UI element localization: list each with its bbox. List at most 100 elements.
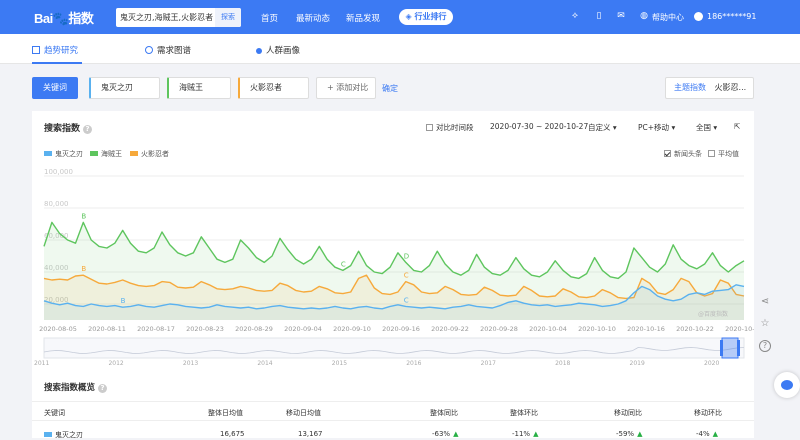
row-overall-avg: 16,675 (220, 430, 245, 438)
legend-item-3[interactable]: 火影忍者 (130, 149, 169, 159)
keyword-chip-3[interactable]: 火影忍者 (238, 77, 309, 99)
point-label: D (404, 252, 409, 260)
search-box[interactable]: 鬼灭之刃,海贼王,火影忍者 探索 (116, 8, 241, 27)
mobile-icon[interactable]: ▯ (594, 11, 604, 21)
tab-demand-map[interactable]: 需求图谱 (145, 44, 191, 56)
overview-handle-left (720, 340, 723, 356)
search-index-title: 搜索指数? (44, 121, 93, 134)
year-label: 2013 (183, 360, 198, 367)
arrow-up-icon: ▲ (712, 430, 719, 438)
y-tick-label: 100,000 (44, 168, 73, 176)
checkbox-icon (426, 124, 433, 131)
year-label: 2020 (704, 360, 719, 367)
chevron-down-icon: ▾ (713, 123, 718, 132)
search-input[interactable]: 鬼灭之刃,海贼王,火影忍者 (120, 12, 213, 23)
legend-item-2[interactable]: 海贼王 (90, 149, 122, 159)
top-bar: Bai🐾指数 鬼灭之刃,海贼王,火影忍者 探索 首页 最新动态 新品发现 ◈ 行… (0, 0, 800, 34)
custom-range-select[interactable]: 自定义 ▾ (588, 122, 617, 133)
year-label: 2019 (630, 360, 645, 367)
point-label: B (81, 265, 86, 273)
topic-index-value: 火影忍... (714, 83, 747, 92)
col-overall-mom: 整体环比 (510, 409, 538, 417)
x-tick-label: 2020-08-23 (186, 325, 224, 333)
year-label: 2017 (481, 360, 496, 367)
legend-item-1[interactable]: 鬼灭之刃 (44, 149, 83, 159)
device-select[interactable]: PC+移动 ▾ (638, 122, 675, 133)
search-index-chart[interactable]: 20,00040,00060,00080,000100,000BCDBCBC@百… (32, 166, 754, 378)
topic-index-select[interactable]: 主题指数 火影忍... (665, 77, 754, 99)
search-index-card: 搜索指数? 对比时间段 2020-07-30 ~ 2020-10-27 自定义 … (32, 111, 754, 439)
nav-latest[interactable]: 最新动态 (296, 12, 330, 24)
compare-period-checkbox[interactable]: 对比时间段 (426, 122, 474, 133)
row-mobile-yoy: -59% ▲ (616, 430, 643, 438)
help-icon[interactable]: ? (759, 340, 771, 352)
row-overall-yoy: -63% ▲ (432, 430, 459, 438)
row-mobile-mom: -4% ▲ (696, 430, 719, 438)
overview-selection (721, 337, 739, 359)
average-checkbox[interactable]: 平均值 (708, 149, 739, 159)
chevron-down-icon: ▾ (612, 123, 617, 132)
x-tick-label: 2020-09-16 (382, 325, 420, 333)
year-label: 2014 (257, 360, 272, 367)
row-keyword: 鬼灭之刃 (44, 430, 83, 440)
year-label: 2016 (406, 360, 421, 367)
help-icon[interactable]: ◍ (639, 11, 649, 21)
question-icon[interactable]: ? (98, 384, 108, 393)
help-center-link[interactable]: 帮助中心 (652, 12, 684, 23)
x-tick-label: 2020-09-04 (284, 325, 322, 333)
col-mobile-yoy: 移动同比 (614, 409, 642, 417)
baidu-index-logo[interactable]: Bai🐾指数 (34, 8, 94, 28)
keyword-chip-2[interactable]: 海贼王 (167, 77, 231, 99)
overview-track (43, 337, 745, 359)
brand-icon[interactable]: ⟡ (570, 11, 580, 21)
x-tick-label: 2020-08-05 (39, 325, 77, 333)
tab-crowd-profile[interactable]: 人群画像 (256, 44, 300, 56)
point-label: C (404, 272, 409, 280)
table-row[interactable]: 鬼灭之刃 16,675 13,167 -63% ▲ -11% ▲ -59% ▲ -4%… (32, 425, 754, 439)
wechat-icon[interactable]: ✉ (616, 11, 626, 21)
x-tick-label: 2020-08-11 (88, 325, 126, 333)
y-tick-label: 80,000 (44, 200, 69, 208)
arrow-up-icon: ▲ (637, 430, 643, 438)
col-mobile-avg: 移动日均值 (286, 409, 321, 417)
news-headline-checkbox[interactable]: 新闻头条 (664, 149, 702, 159)
overview-handle-right (737, 340, 740, 356)
x-tick-label: 2020-09-22 (431, 325, 469, 333)
chat-bubble-icon[interactable] (774, 372, 800, 398)
industry-ranking-button[interactable]: ◈ 行业排行 (399, 9, 453, 25)
legend-swatch (130, 151, 138, 156)
keyword-chip-1[interactable]: 鬼灭之刃 (89, 77, 160, 99)
chevron-down-icon: ▾ (671, 123, 676, 132)
date-range-picker[interactable]: 2020-07-30 ~ 2020-10-27 (490, 122, 588, 131)
watermark-text: @百度指数 (698, 310, 728, 318)
add-comparison-button[interactable]: + 添加对比 (316, 77, 376, 99)
star-icon[interactable]: ☆ (759, 318, 771, 330)
col-mobile-mom: 移动环比 (694, 409, 722, 417)
question-icon[interactable]: ? (83, 125, 93, 134)
point-label: C (404, 296, 409, 304)
person-icon (256, 48, 262, 54)
export-icon[interactable]: ⇱ (734, 122, 740, 131)
search-button[interactable]: 探索 (215, 8, 241, 27)
checkbox-icon (708, 150, 715, 157)
col-keyword: 关键词 (44, 409, 65, 417)
legend-swatch (44, 151, 52, 156)
keyword-label: 关键词 (32, 77, 78, 99)
nav-home[interactable]: 首页 (261, 12, 278, 24)
avatar[interactable] (694, 12, 703, 21)
x-tick-label: 2020-08-17 (137, 325, 175, 333)
nav-new-discovery[interactable]: 新品发现 (346, 12, 380, 24)
x-tick-label: 2020-10-22 (676, 325, 714, 333)
point-label: C (341, 260, 346, 268)
legend-swatch (90, 151, 98, 156)
arrow-up-icon: ▲ (533, 430, 539, 438)
x-tick-label: 2020-09-10 (333, 325, 371, 333)
share-icon[interactable]: ⋖ (759, 296, 771, 308)
confirm-button[interactable]: 确定 (382, 83, 398, 94)
user-account[interactable]: 186******91 (707, 12, 756, 21)
arrow-up-icon: ▲ (453, 430, 459, 438)
tab-trend-research[interactable]: 趋势研究 (32, 44, 78, 56)
x-tick-label: 2020-10-10 (578, 325, 616, 333)
side-toolbar: ⋖ ☆ ? (754, 290, 776, 360)
region-select[interactable]: 全国 ▾ (696, 122, 717, 133)
